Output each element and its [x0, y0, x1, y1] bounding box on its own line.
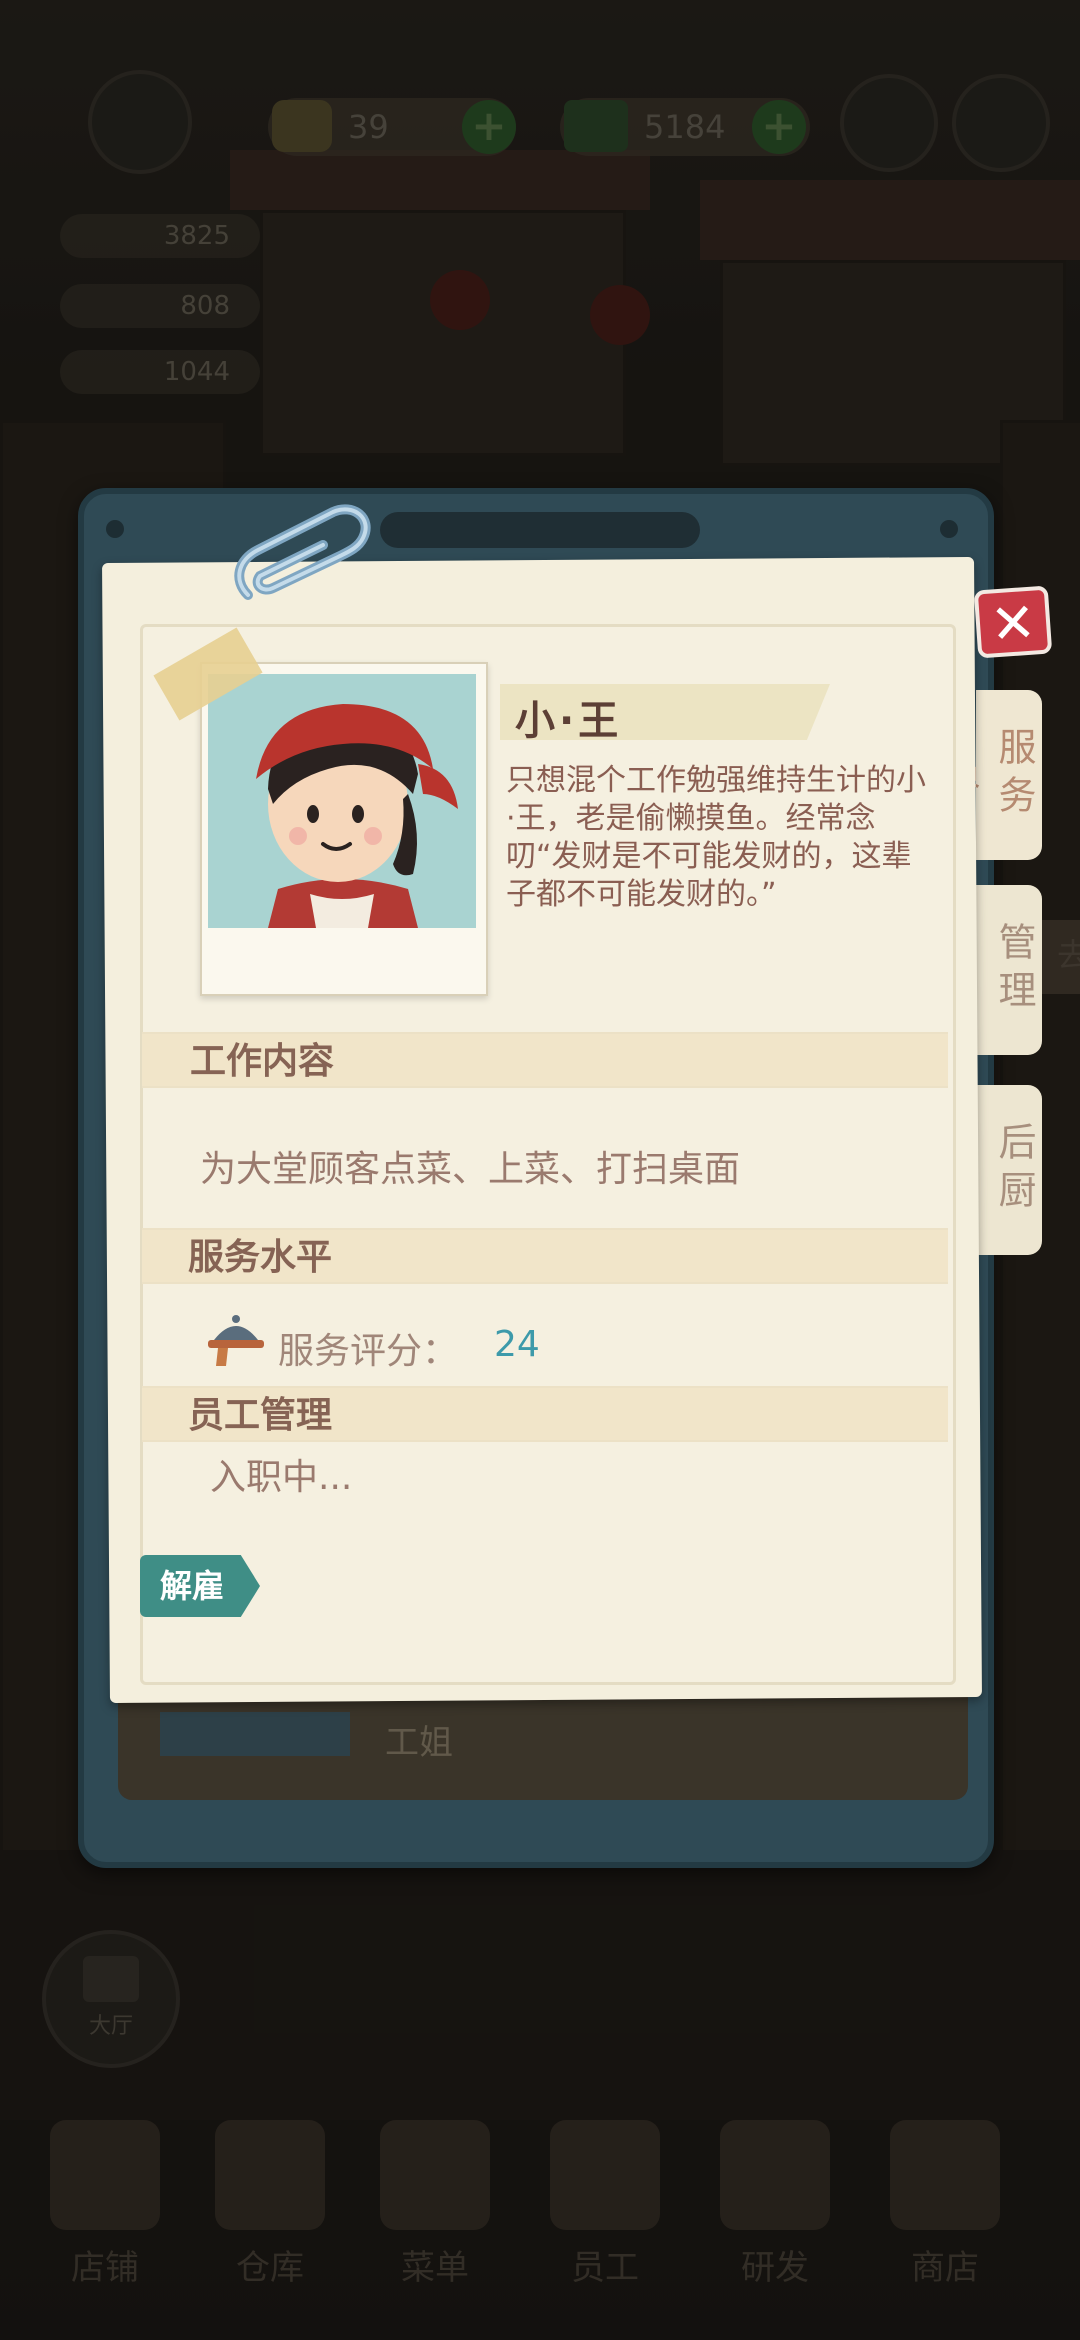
close-button[interactable]: ✕	[973, 585, 1053, 659]
staff-description: 只想混个工作勉强维持生计的小·王，老是偷懒摸鱼。经常念叨“发财是不可能发财的，这…	[506, 763, 926, 912]
tab-management[interactable]: 管理	[976, 885, 1042, 1055]
staff-portrait	[208, 674, 476, 928]
work-content-text: 为大堂顾客点菜、上菜、打扫桌面	[200, 1149, 741, 1190]
serving-tray-icon	[208, 1315, 264, 1366]
underlay-sign: 工姐	[385, 1723, 453, 1763]
clipboard-clip	[380, 512, 700, 548]
section-work-title: 工作内容	[142, 1032, 948, 1088]
service-rating-label: 服务评分：	[278, 1331, 459, 1372]
service-rating-value: 24	[494, 1324, 540, 1365]
fire-button[interactable]: 解雇	[140, 1555, 260, 1617]
section-management-title: 员工管理	[142, 1386, 948, 1442]
paperclip-icon	[234, 504, 371, 600]
section-service-title: 服务水平	[142, 1228, 948, 1284]
employment-status: 入职中...	[210, 1457, 353, 1498]
tab-waiter[interactable]: 服务员	[937, 690, 1042, 860]
staff-avatar-illustration	[208, 674, 476, 928]
close-icon: ✕	[988, 590, 1038, 657]
staff-name: 小·王	[515, 698, 623, 744]
tab-kitchen[interactable]: 后厨	[976, 1085, 1042, 1255]
